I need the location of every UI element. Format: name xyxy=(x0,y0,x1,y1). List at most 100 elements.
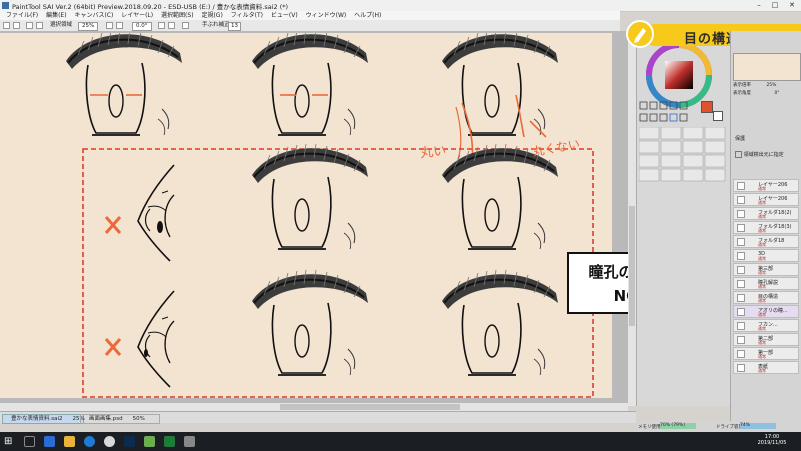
navigator-zoom-label: 表示倍率 xyxy=(733,83,751,88)
layer-mode: 通常 xyxy=(758,284,766,289)
taskbar: ⊞ 17:00 2019/11/05 xyxy=(0,432,801,451)
stabilizer-select[interactable]: 13 xyxy=(228,22,241,31)
doc-tab-1[interactable]: 豊かな表情資料.sai2 25% xyxy=(2,414,85,424)
navigator-angle: 表示角度 0° xyxy=(733,90,780,96)
layer-item[interactable]: フォルダ18(2) 通常 xyxy=(733,207,799,220)
start-icon[interactable]: ⊞ xyxy=(4,436,15,447)
navigator-angle-label: 表示角度 xyxy=(733,91,751,96)
primary-color-swatch[interactable] xyxy=(701,101,713,113)
clip-source-toggle[interactable]: 領域検出元に指定 xyxy=(735,151,784,158)
rotate-right-icon[interactable] xyxy=(168,22,175,29)
layer-item[interactable]: 表紙 通常 xyxy=(733,361,799,374)
photoshop-icon[interactable] xyxy=(124,436,135,447)
menu-canvas[interactable]: キャンバス(C) xyxy=(74,11,113,20)
drive-label: ドライブ容量 xyxy=(716,425,743,430)
layer-item[interactable]: 第三部 通常 xyxy=(733,263,799,276)
chrome-icon[interactable] xyxy=(104,436,115,447)
navigator-zoom-value: 25% xyxy=(766,83,777,88)
navigator-angle-value: 0° xyxy=(774,91,780,96)
zoom-select[interactable]: 25% xyxy=(78,22,99,31)
menu-view[interactable]: ビュー(V) xyxy=(271,11,298,20)
layer-mode: 通常 xyxy=(758,228,766,233)
memory-gauge: 70% (79%) xyxy=(660,423,696,429)
layer-list: レイヤー206 通常 レイヤー206 通常 フォルダ18(2) 通常 フォルダ18(3… xyxy=(731,179,801,419)
secondary-color-swatch[interactable] xyxy=(713,111,723,121)
clock-date: 2019/11/05 xyxy=(757,440,787,446)
layer-mode: 通常 xyxy=(758,200,766,205)
annotation-round: 丸い xyxy=(419,143,447,162)
layer-item[interactable]: フォルダ18 通常 xyxy=(733,235,799,248)
menu-window[interactable]: ウィンドウ(W) xyxy=(306,11,347,20)
layer-thumbnail xyxy=(737,322,745,330)
brush-grid[interactable] xyxy=(639,127,729,207)
status-bar: メモリ使用量 70% (79%) ドライブ容量 74% xyxy=(636,421,801,432)
app-sai-icon[interactable] xyxy=(44,436,55,447)
menu-edit[interactable]: 編集(E) xyxy=(46,11,66,20)
layer-thumbnail xyxy=(737,294,745,302)
layer-mode: 通常 xyxy=(758,214,766,219)
layer-item[interactable]: フカン... 通常 xyxy=(733,319,799,332)
layer-thumbnail xyxy=(737,308,745,316)
undo-icon[interactable] xyxy=(3,22,10,29)
horizontal-scrollbar[interactable] xyxy=(0,403,628,411)
layer-item[interactable]: 瞳孔解説 通常 xyxy=(733,277,799,290)
eye-drawings xyxy=(65,33,594,398)
folder-icon xyxy=(737,266,745,274)
layer-item[interactable]: フォルダ18(3) 通常 xyxy=(733,221,799,234)
layer-mode: 通常 xyxy=(758,368,766,373)
drive-gauge: 74% xyxy=(740,423,776,429)
app-icon-extra[interactable] xyxy=(184,436,195,447)
close-button[interactable]: ✕ xyxy=(785,0,799,11)
zoom-in-icon[interactable] xyxy=(106,22,113,29)
menu-help[interactable]: ヘルプ(H) xyxy=(354,11,381,20)
menu-filter[interactable]: フィルタ(T) xyxy=(231,11,263,20)
rotate-left-icon[interactable] xyxy=(158,22,165,29)
layer-mode: 通常 xyxy=(758,298,766,303)
explorer-icon[interactable] xyxy=(64,436,75,447)
menu-ruler[interactable]: 定規(G) xyxy=(201,11,222,20)
layer-item[interactable]: 目の構造 通常 xyxy=(733,291,799,304)
layer-thumbnail xyxy=(737,252,745,260)
menu-selection[interactable]: 選択範囲(S) xyxy=(161,11,194,20)
tool-icons[interactable] xyxy=(639,101,699,127)
layer-thumbnail xyxy=(737,196,745,204)
folder-icon xyxy=(737,350,745,358)
clock[interactable]: 17:00 2019/11/05 xyxy=(752,434,792,446)
deselect-icon[interactable] xyxy=(26,22,33,29)
maximize-button[interactable]: □ xyxy=(768,0,782,11)
excel-icon[interactable] xyxy=(164,436,175,447)
layer-item[interactable]: アオリの瞳... 通常 xyxy=(733,305,799,318)
layer-item[interactable]: 第一部 通常 xyxy=(733,347,799,360)
search-icon[interactable] xyxy=(24,436,35,447)
horizontal-scroll-thumb[interactable] xyxy=(280,404,460,410)
invert-selection-icon[interactable] xyxy=(36,22,43,29)
layer-mode: 通常 xyxy=(758,326,766,331)
layer-thumbnail xyxy=(737,280,745,288)
doc-tab-2[interactable]: 画面画集.psd 50% xyxy=(80,414,160,424)
layer-item[interactable]: 3D 通常 xyxy=(733,249,799,262)
layer-mode: 通常 xyxy=(758,186,766,191)
menu-layer[interactable]: レイヤー(L) xyxy=(121,11,153,20)
navigator-zoom: 表示倍率 25% xyxy=(733,82,776,88)
canvas[interactable]: 丸い 丸くない xyxy=(0,33,612,398)
minimize-button[interactable]: – xyxy=(752,0,766,11)
edge-icon[interactable] xyxy=(84,436,95,447)
menu-file[interactable]: ファイル(F) xyxy=(6,11,38,20)
doc-tab-1-name: 豊かな表情資料.sai2 xyxy=(11,416,63,422)
layer-mode: 通常 xyxy=(758,242,766,247)
redo-icon[interactable] xyxy=(13,22,20,29)
vertical-scroll-thumb[interactable] xyxy=(629,206,635,326)
flip-icon[interactable] xyxy=(182,22,189,29)
angle-select[interactable]: 0.0° xyxy=(132,22,152,31)
folder-icon xyxy=(737,224,745,232)
clip-source-checkbox[interactable] xyxy=(735,151,742,158)
vertical-scrollbar[interactable] xyxy=(628,31,636,406)
layer-item[interactable]: レイヤー206 通常 xyxy=(733,179,799,192)
layer-thumbnail xyxy=(737,364,745,372)
navigator-preview[interactable] xyxy=(733,53,801,81)
line-icon[interactable] xyxy=(144,436,155,447)
layer-item[interactable]: 第二部 通常 xyxy=(733,333,799,346)
window-title: PaintTool SAI Ver.2 (64bit) Preview.2018… xyxy=(12,3,289,11)
layer-item[interactable]: レイヤー206 通常 xyxy=(733,193,799,206)
zoom-out-icon[interactable] xyxy=(116,22,123,29)
